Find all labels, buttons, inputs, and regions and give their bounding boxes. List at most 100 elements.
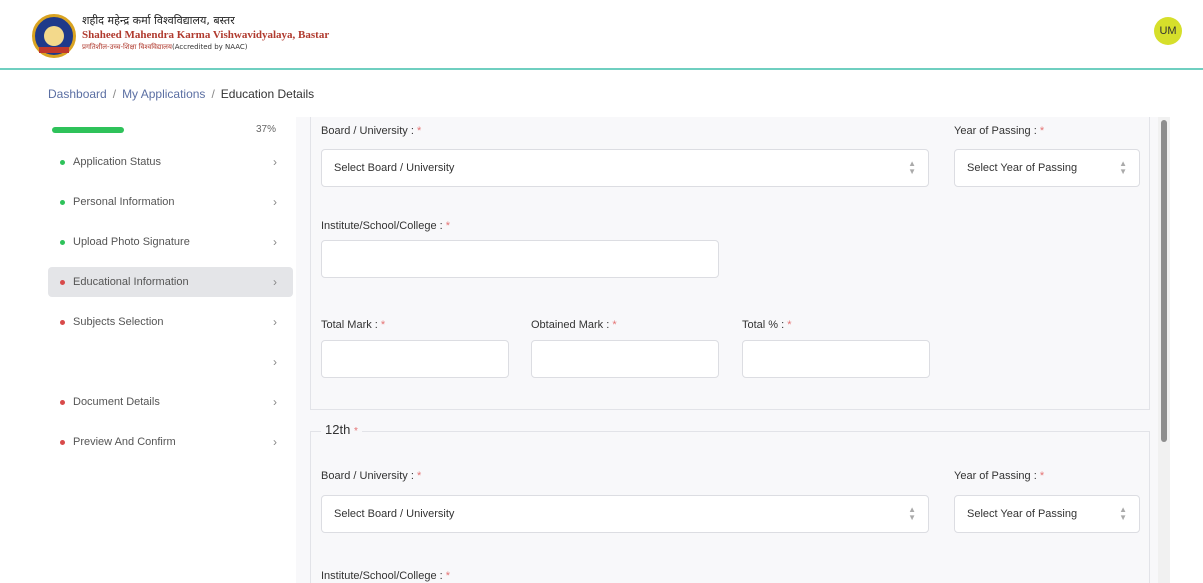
status-incomplete-icon (60, 399, 65, 405)
select-arrows-icon: ▲ ▼ (908, 159, 916, 176)
status-incomplete-icon (60, 279, 65, 285)
total-mark-label-text: Total Mark : (321, 319, 378, 331)
required-mark: * (1039, 470, 1045, 482)
chevron-right-icon: › (273, 155, 277, 169)
year-select-value: Select Year of Passing (967, 162, 1078, 174)
obtained-mark-label-text: Obtained Mark : (531, 319, 610, 331)
education-details-form: Board / University : * Select Board / Un… (296, 117, 1158, 583)
total-percent-label-text: Total % : (742, 319, 785, 331)
sidebar-item-preview-and-confirm[interactable]: Preview And Confirm › (48, 427, 293, 457)
sidebar-item-label: Upload Photo Signature (73, 236, 190, 248)
sidebar-item-upload-photo-signature[interactable]: Upload Photo Signature › (48, 227, 293, 257)
status-none-icon (60, 360, 65, 365)
chevron-right-icon: › (273, 355, 277, 369)
institute-input[interactable] (321, 240, 719, 278)
total-percent-label: Total % : * (742, 319, 792, 331)
breadcrumb-separator: / (112, 87, 117, 101)
board-select-value: Select Board / University (334, 162, 455, 174)
breadcrumb-separator: / (211, 87, 215, 101)
institute-label: Institute/School/College : * (321, 220, 450, 232)
obtained-mark-label: Obtained Mark : * (531, 319, 617, 331)
sidebar-item-label: Educational Information (73, 276, 189, 288)
logo-ribbon-icon (39, 47, 69, 53)
chevron-right-icon: › (273, 235, 277, 249)
sidebar-item-personal-information[interactable]: Personal Information › (48, 187, 293, 217)
sidebar-item-label: Subjects Selection (73, 316, 164, 328)
required-mark: * (445, 570, 451, 582)
year-select[interactable]: Select Year of Passing ▲ ▼ (954, 149, 1140, 187)
chevron-right-icon: › (273, 395, 277, 409)
sidebar-item-label: Document Details (73, 396, 160, 408)
scrollbar-thumb[interactable] (1161, 120, 1167, 442)
total-mark-label: Total Mark : * (321, 319, 385, 331)
status-incomplete-icon (60, 439, 65, 445)
institute-label-12th: Institute/School/College : * (321, 570, 450, 582)
section-12th-title: 12th (325, 422, 351, 437)
obtained-mark-input[interactable] (531, 340, 719, 378)
required-mark: * (1039, 125, 1045, 137)
user-avatar[interactable]: UM (1154, 17, 1182, 45)
institute-label-text: Institute/School/College : (321, 570, 443, 582)
sidebar-item-label: Application Status (73, 156, 162, 168)
board-label: Board / University : * (321, 125, 421, 137)
sidebar-item-hidden[interactable]: › (48, 347, 293, 377)
year-select-value: Select Year of Passing (967, 508, 1078, 520)
breadcrumb-my-applications[interactable]: My Applications (122, 87, 205, 101)
select-arrows-icon: ▲ ▼ (1119, 505, 1127, 522)
application-steps-sidebar: 37% Application Status › Personal Inform… (38, 117, 298, 583)
required-mark: * (416, 125, 422, 137)
required-mark: * (445, 220, 451, 232)
chevron-right-icon: › (273, 195, 277, 209)
select-arrows-icon: ▲ ▼ (1119, 159, 1127, 176)
university-brand: शहीद महेन्द्र कर्मा विश्वविद्यालय, बस्तर… (82, 14, 329, 52)
year-select-12th[interactable]: Select Year of Passing ▲ ▼ (954, 495, 1140, 533)
board-select-value: Select Board / University (334, 508, 455, 520)
required-mark: * (380, 319, 386, 331)
required-mark: * (353, 426, 358, 437)
status-complete-icon (60, 199, 65, 205)
top-header: शहीद महेन्द्र कर्मा विश्वविद्यालय, बस्तर… (0, 0, 1203, 70)
board-select[interactable]: Select Board / University ▲ ▼ (321, 149, 929, 187)
board-select-12th[interactable]: Select Board / University ▲ ▼ (321, 495, 929, 533)
breadcrumb-current: Education Details (220, 87, 315, 101)
logo-emblem-icon (44, 26, 64, 46)
year-label: Year of Passing : * (954, 125, 1044, 137)
required-mark: * (612, 319, 617, 331)
progress-percent: 37% (256, 124, 277, 135)
year-label-12th: Year of Passing : * (954, 470, 1044, 482)
board-label-text: Board / University : (321, 470, 414, 482)
section-10th: Board / University : * Select Board / Un… (310, 117, 1150, 410)
board-label-12th: Board / University : * (321, 470, 421, 482)
required-mark: * (787, 319, 792, 331)
year-label-text: Year of Passing : (954, 125, 1037, 137)
breadcrumb: Dashboard / My Applications / Education Deta… (48, 87, 314, 101)
chevron-right-icon: › (273, 315, 277, 329)
tagline-text: प्रगतिशील-उच्च-शिक्षा विश्वविद्यालय (82, 43, 172, 51)
chevron-right-icon: › (273, 275, 277, 289)
sidebar-item-educational-information[interactable]: Educational Information › (48, 267, 293, 297)
year-label-text: Year of Passing : (954, 470, 1037, 482)
status-incomplete-icon (60, 319, 65, 325)
select-arrows-icon: ▲ ▼ (908, 505, 916, 522)
status-complete-icon (60, 159, 65, 165)
board-label-text: Board / University : (321, 125, 414, 137)
total-percent-input[interactable] (742, 340, 930, 378)
total-mark-input[interactable] (321, 340, 509, 378)
sidebar-item-label: Preview And Confirm (73, 436, 176, 448)
sidebar-item-application-status[interactable]: Application Status › (48, 147, 293, 177)
section-12th: 12th * Board / University : * Select Boa… (310, 422, 1150, 583)
sidebar-item-subjects-selection[interactable]: Subjects Selection › (48, 307, 293, 337)
progress-bar (52, 127, 124, 133)
chevron-right-icon: › (273, 435, 277, 449)
sidebar-item-document-details[interactable]: Document Details › (48, 387, 293, 417)
institute-label-text: Institute/School/College : (321, 220, 443, 232)
section-12th-legend: 12th * (321, 422, 362, 437)
university-name-english: Shaheed Mahendra Karma Vishwavidyalaya, … (82, 29, 330, 41)
university-logo[interactable] (32, 14, 76, 58)
required-mark: * (416, 470, 422, 482)
accreditation-text: (Accredited by NAAC) (171, 43, 248, 51)
sidebar-item-label: Personal Information (73, 196, 175, 208)
university-name-hindi: शहीद महेन्द्र कर्मा विश्वविद्यालय, बस्तर (82, 14, 235, 27)
university-tagline: प्रगतिशील-उच्च-शिक्षा विश्वविद्यालय(Accr… (82, 42, 329, 52)
breadcrumb-dashboard[interactable]: Dashboard (48, 87, 107, 101)
